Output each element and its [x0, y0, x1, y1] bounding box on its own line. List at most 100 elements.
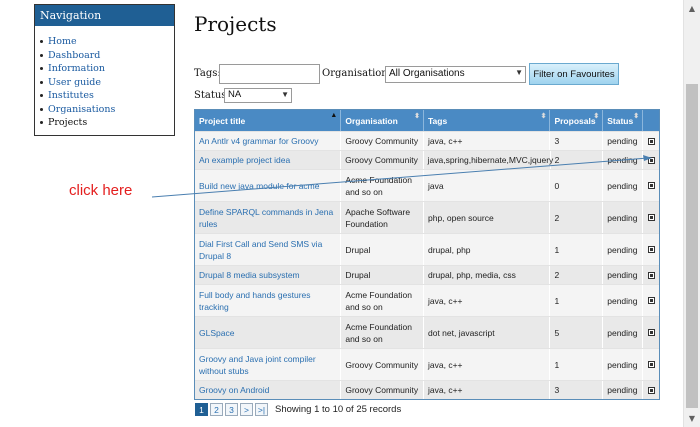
status-cell: pending [603, 349, 644, 380]
proposals-cell: 2 [550, 266, 604, 284]
bullet-icon [40, 121, 43, 125]
scroll-down-icon[interactable]: ▼ [684, 410, 700, 427]
page-button[interactable]: 3 [225, 403, 238, 416]
row-action-cell [643, 170, 659, 201]
nav-item-organisations[interactable]: Organisations [40, 103, 174, 117]
nav-item-label[interactable]: Dashboard [48, 49, 100, 63]
column-header-proposals[interactable]: Proposals ⬍ [550, 110, 604, 131]
table-row: GLSpace Acme Foundation and so on dot net,… [195, 316, 659, 348]
annotation-text: click here [69, 182, 133, 199]
scroll-thumb[interactable] [686, 84, 698, 408]
tags-cell: java, c++ [424, 132, 551, 150]
table-body: An Antlr v4 grammar for Groovy Groovy Com… [195, 131, 659, 399]
project-title-link[interactable]: Build new java module for acme [195, 170, 342, 201]
organisation-cell: Acme Foundation and so on [341, 317, 424, 348]
tags-label: Tags: [194, 68, 221, 79]
status-cell: pending [603, 317, 644, 348]
project-title-link[interactable]: Drupal 8 media subsystem [195, 266, 342, 284]
page-button[interactable]: >| [255, 403, 268, 416]
nav-item-institutes[interactable]: Institutes [40, 89, 174, 103]
nav-item-projects: Projects [40, 116, 174, 130]
nav-item-user-guide[interactable]: User guide [40, 76, 174, 90]
row-action-cell [643, 132, 659, 150]
edit-icon[interactable] [647, 361, 655, 368]
nav-item-information[interactable]: Information [40, 62, 174, 76]
edit-icon[interactable] [647, 156, 655, 164]
nav-item-label[interactable]: Home [48, 35, 77, 49]
status-cell: pending [603, 381, 644, 399]
project-title-link[interactable]: Define SPARQL commands in Jena rules [195, 202, 342, 233]
bullet-icon [40, 107, 43, 111]
row-action-cell [643, 285, 659, 316]
organisation-cell: Acme Foundation and so on [341, 285, 424, 316]
status-cell: pending [603, 170, 644, 201]
nav-item-label[interactable]: Information [48, 62, 105, 76]
project-title-link[interactable]: Groovy and Java joint compiler without s… [195, 349, 342, 380]
vertical-scrollbar[interactable]: ▲ ▼ [683, 0, 700, 427]
proposals-cell: 3 [550, 381, 604, 399]
table-row: An example project idea Groovy Community j… [195, 150, 659, 169]
organisations-select[interactable]: All Organisations ▼ [385, 66, 526, 83]
sort-icon: ⬍ [540, 113, 547, 120]
bullet-icon [40, 53, 43, 57]
organisation-cell: Groovy Community [341, 132, 424, 150]
column-header-organisation[interactable]: Organisation ⬍ [341, 110, 424, 131]
column-header-title[interactable]: Project title ▲ [195, 110, 342, 131]
page-button[interactable]: 1 [195, 403, 208, 416]
project-title-link[interactable]: Dial First Call and Send SMS via Drupal … [195, 234, 342, 265]
project-title-link[interactable]: Full body and hands gestures tracking [195, 285, 342, 316]
nav-item-label: Projects [48, 117, 88, 128]
table-row: Define SPARQL commands in Jena rules Apac… [195, 201, 659, 233]
project-title-link[interactable]: An Antlr v4 grammar for Groovy [195, 132, 342, 150]
edit-icon[interactable] [647, 271, 655, 279]
edit-icon[interactable] [647, 386, 655, 394]
organisations-select-value: All Organisations [389, 68, 465, 79]
sort-icon: ⬍ [593, 113, 600, 120]
status-cell: pending [603, 234, 644, 265]
status-cell: pending [603, 132, 644, 150]
edit-icon[interactable] [647, 214, 655, 221]
organisation-cell: Apache Software Foundation [341, 202, 424, 233]
row-action-cell [643, 317, 659, 348]
row-action-cell [643, 234, 659, 265]
status-select[interactable]: NA ▼ [224, 88, 292, 103]
tags-cell: java, c++ [424, 285, 551, 316]
column-header-tags[interactable]: Tags ⬍ [424, 110, 551, 131]
edit-icon[interactable] [647, 246, 655, 253]
sort-icon: ⬍ [414, 113, 420, 120]
project-title-link[interactable]: Groovy on Android [195, 381, 342, 399]
sort-icon: ⬍ [633, 113, 640, 120]
row-action-cell [643, 266, 659, 284]
row-action-cell [643, 202, 659, 233]
filter-favourites-button[interactable]: Filter on Favourites [529, 63, 619, 85]
column-header-status[interactable]: Status ⬍ [603, 110, 644, 131]
edit-icon[interactable] [647, 329, 655, 336]
nav-item-dashboard[interactable]: Dashboard [40, 49, 174, 63]
scroll-up-icon[interactable]: ▲ [684, 0, 700, 17]
nav-item-label[interactable]: User guide [48, 76, 101, 90]
tags-input[interactable] [219, 64, 320, 84]
project-title-link[interactable]: GLSpace [195, 317, 342, 348]
edit-icon[interactable] [647, 137, 655, 145]
table-row: Drupal 8 media subsystem Drupal drupal, ph… [195, 265, 659, 284]
row-action-cell [643, 349, 659, 380]
tags-cell: java,spring,hibernate,MVC,jquery [424, 151, 553, 169]
pagination-buttons: 1 2 3 > >| [195, 403, 270, 416]
edit-icon[interactable] [647, 297, 655, 304]
row-action-cell [643, 381, 659, 399]
edit-icon[interactable] [647, 182, 655, 189]
page-button[interactable]: 2 [210, 403, 223, 416]
navigation-panel: Navigation Home Dashboard Information User … [34, 4, 175, 136]
nav-item-label[interactable]: Organisations [48, 103, 115, 117]
project-title-link[interactable]: An example project idea [195, 151, 342, 169]
pagination: 1 2 3 > >| Showing 1 to 10 of 25 records [195, 403, 401, 416]
nav-item-home[interactable]: Home [40, 35, 174, 49]
nav-item-label[interactable]: Institutes [48, 89, 94, 103]
proposals-cell: 2 [551, 151, 604, 169]
table-row: Full body and hands gestures tracking Acm… [195, 284, 659, 316]
proposals-cell: 0 [550, 170, 604, 201]
projects-table: Project title ▲ Organisation ⬍ Tags ⬍ Propo… [194, 109, 660, 400]
page-button[interactable]: > [240, 403, 253, 416]
status-cell: pending [603, 151, 644, 169]
organisation-cell: Groovy Community [341, 151, 424, 169]
